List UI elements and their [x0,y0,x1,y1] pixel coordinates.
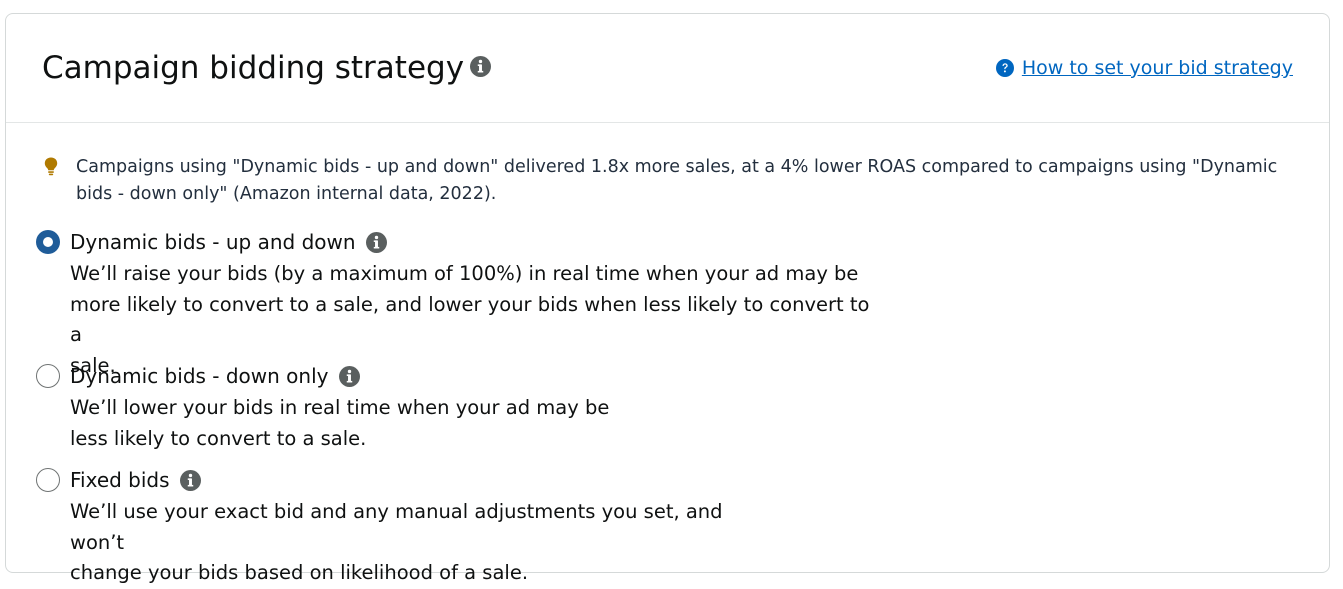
card-header: Campaign bidding strategy How to set you… [6,14,1329,123]
description-line: We’ll use your exact bid and any manual … [70,500,723,554]
description-line: less likely to convert to a sale. [70,426,367,450]
option-label: Dynamic bids - down only [70,364,329,388]
tip-text: Campaigns using "Dynamic bids - up and d… [76,157,1278,204]
radio-dynamic-up-down[interactable] [36,230,60,254]
option-description: We’ll use your exact bid and any manual … [70,497,770,589]
radio-dynamic-down-only[interactable] [36,364,60,388]
bid-strategy-help-link[interactable]: How to set your bid strategy [1022,57,1293,79]
question-circle-icon [995,59,1014,77]
option-label: Dynamic bids - up and down [70,230,356,254]
page-title: Campaign bidding strategy [42,50,465,86]
lightbulb-icon [44,157,58,176]
help-link-container: How to set your bid strategy [995,57,1293,79]
option-description: We’ll lower your bids in real time when … [70,393,630,454]
info-icon[interactable] [470,56,491,77]
bidding-strategy-card: Campaign bidding strategy How to set you… [5,13,1330,584]
info-icon[interactable] [338,365,360,387]
description-line: We’ll raise your bids (by a maximum of 1… [70,262,859,285]
option-label: Fixed bids [70,468,170,492]
description-line: We’ll lower your bids in real time when … [70,396,610,419]
option-label-container: Dynamic bids - down only [70,362,360,390]
option-label-container: Fixed bids [70,466,201,494]
description-line: more likely to convert to a sale, and lo… [70,292,870,347]
option-label-container: Dynamic bids - up and down [70,228,387,256]
description-line: change your bids based on likelihood of … [70,561,529,584]
info-icon[interactable] [179,469,201,491]
radio-fixed-bids[interactable] [36,468,60,492]
info-icon[interactable] [365,231,387,253]
